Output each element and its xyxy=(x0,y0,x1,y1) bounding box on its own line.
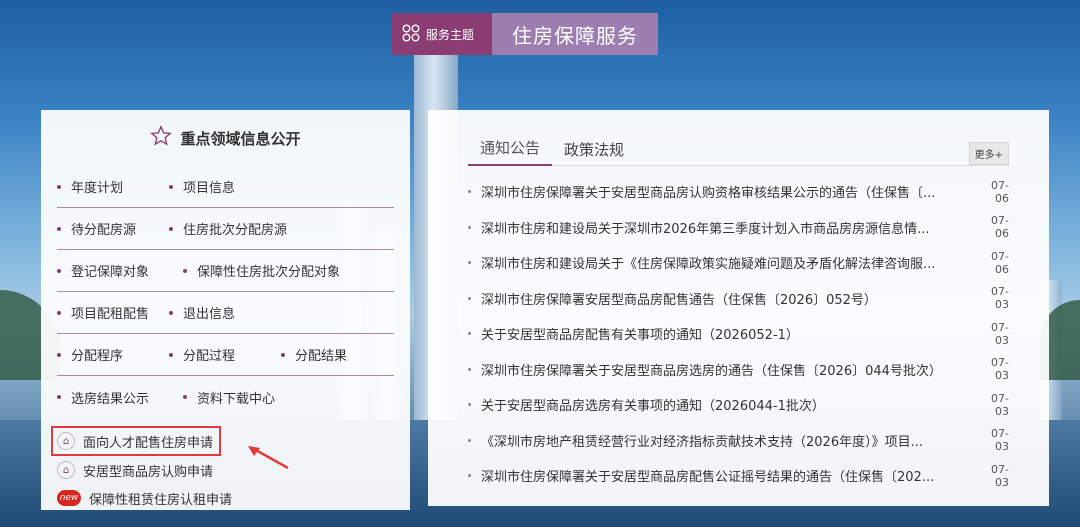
news-date: 07-06 xyxy=(991,214,1009,241)
link-row: 分配程序 分配过程 分配结果 xyxy=(57,334,394,376)
link-download-center[interactable]: 资料下载中心 xyxy=(183,388,275,407)
bullet-icon xyxy=(468,438,471,442)
new-badge-icon: new xyxy=(57,490,81,506)
key-areas-header: 重点领域信息公开 xyxy=(57,110,394,166)
bullet-icon xyxy=(468,261,471,265)
application-icon: ⌂ xyxy=(57,432,75,450)
link-row: 登记保障对象 保障性住房批次分配对象 xyxy=(57,250,394,292)
bullet-icon xyxy=(468,225,471,229)
link-allocation-process[interactable]: 分配过程 xyxy=(169,345,281,364)
bullet-icon xyxy=(468,332,471,336)
news-item[interactable]: 《深圳市房地产租赁经营行业对经济指标贡献技术支持（2026年度）》项目... 07… xyxy=(468,423,1009,459)
news-item[interactable]: 关于安居型商品房配售有关事项的通知（2026052-1） 07-03 xyxy=(468,316,1009,352)
news-item[interactable]: 关于安居型商品房选房有关事项的通知（2026044-1批次） 07-03 xyxy=(468,387,1009,423)
bullet-icon xyxy=(468,403,471,407)
bullet-icon xyxy=(468,296,471,300)
link-row: 年度计划 项目信息 xyxy=(57,166,394,208)
announcements-panel: 通知公告 政策法规 更多+ 深圳市住房保障署关于安居型商品房认购资格审核结果公示… xyxy=(428,110,1049,506)
bullet-icon xyxy=(57,352,61,357)
news-item[interactable]: 深圳市住房保障署安居型商品房配售通告（住保售〔2026〕052号） 07-03 xyxy=(468,281,1009,317)
news-date: 07-03 xyxy=(991,462,1009,489)
page-title: 住房保障服务 xyxy=(492,13,658,55)
rental-housing-application-link[interactable]: new 保障性租赁住房认租申请 xyxy=(57,484,232,512)
tab-policies[interactable]: 政策法规 xyxy=(552,139,636,166)
bullet-icon xyxy=(57,184,61,189)
news-title[interactable]: 深圳市住房保障署关于安居型商品房认购资格审核结果公示的通告（住保售〔... xyxy=(481,182,979,201)
news-title[interactable]: 深圳市住房保障署关于安居型商品房选房的通告（住保售〔2026〕044号批次） xyxy=(481,360,979,379)
news-title[interactable]: 深圳市住房和建设局关于《住房保障政策实施疑难问题及矛盾化解法律咨询服... xyxy=(481,253,979,272)
news-date: 07-03 xyxy=(991,320,1009,347)
service-theme-tag[interactable]: 服务主题 xyxy=(392,13,492,55)
talent-housing-application-link[interactable]: ⌂ 面向人才配售住房申请 xyxy=(51,426,222,456)
tab-notices[interactable]: 通知公告 xyxy=(468,137,553,166)
news-title[interactable]: 关于安居型商品房配售有关事项的通知（2026052-1） xyxy=(481,324,979,343)
bullet-icon xyxy=(169,184,173,189)
tab-bar: 通知公告 政策法规 更多+ xyxy=(468,110,1009,166)
link-allocation-result[interactable]: 分配结果 xyxy=(281,345,347,364)
news-item[interactable]: 深圳市住房保障署关于安居型商品房选房的通告（住保售〔2026〕044号批次） 07… xyxy=(468,352,1009,388)
news-item[interactable]: 深圳市住房和建设局关于《住房保障政策实施疑难问题及矛盾化解法律咨询服... 07-… xyxy=(468,245,1009,281)
news-title[interactable]: 关于安居型商品房选房有关事项的通知（2026044-1批次） xyxy=(481,395,979,414)
news-title[interactable]: 深圳市住房保障署安居型商品房配售通告（住保售〔2026〕052号） xyxy=(481,289,979,308)
bullet-icon xyxy=(57,310,61,315)
link-annual-plan[interactable]: 年度计划 xyxy=(57,177,169,196)
bullet-icon xyxy=(169,226,173,231)
key-areas-title: 重点领域信息公开 xyxy=(180,129,301,148)
news-item[interactable]: 深圳市住房和建设局关于深圳市2026年第三季度计划入市商品房房源信息情... 07… xyxy=(468,210,1009,246)
link-pending-housing[interactable]: 待分配房源 xyxy=(57,219,169,238)
service-theme-label: 服务主题 xyxy=(426,27,475,42)
link-project-info[interactable]: 项目信息 xyxy=(169,177,235,196)
news-title[interactable]: 深圳市住房保障署关于安居型商品房配售公证摇号结果的通告（住保售〔202... xyxy=(481,466,979,485)
key-areas-panel: 重点领域信息公开 年度计划 项目信息 待分配房源 住房批次分配房源 登记保障对象… xyxy=(41,110,410,510)
link-selection-results[interactable]: 选房结果公示 xyxy=(57,388,183,407)
link-exit-info[interactable]: 退出信息 xyxy=(169,303,235,322)
red-arrow-annotation xyxy=(248,446,289,470)
link-allocation-procedure[interactable]: 分配程序 xyxy=(57,345,169,364)
news-date: 07-03 xyxy=(991,391,1009,418)
news-date: 07-06 xyxy=(991,178,1009,205)
bullet-icon xyxy=(468,474,471,478)
news-item[interactable]: 深圳市住房保障署关于安居型商品房认购资格审核结果公示的通告（住保售〔... 07-… xyxy=(468,174,1009,210)
page-banner: 服务主题 住房保障服务 xyxy=(392,13,658,55)
bullet-icon xyxy=(57,395,61,399)
link-row: 待分配房源 住房批次分配房源 xyxy=(57,208,394,250)
news-title[interactable]: 《深圳市房地产租赁经营行业对经济指标贡献技术支持（2026年度）》项目... xyxy=(481,431,979,450)
news-date: 07-06 xyxy=(991,249,1009,276)
bullet-icon xyxy=(468,190,471,194)
more-button[interactable]: 更多+ xyxy=(968,142,1009,165)
bullet-icon xyxy=(468,367,471,371)
news-list: 深圳市住房保障署关于安居型商品房认购资格审核结果公示的通告（住保售〔... 07-… xyxy=(468,174,1009,494)
application-links: ⌂ 面向人才配售住房申请 ⌂ 安居型商品房认购申请 new 保障性租赁住房认租申… xyxy=(51,426,394,512)
news-title[interactable]: 深圳市住房和建设局关于深圳市2026年第三季度计划入市商品房房源信息情... xyxy=(481,218,979,237)
application-icon: ⌂ xyxy=(57,461,75,479)
star-icon xyxy=(150,125,173,151)
bullet-icon xyxy=(281,352,285,357)
link-row: 选房结果公示 资料下载中心 xyxy=(57,376,394,418)
news-date: 07-03 xyxy=(991,285,1009,312)
news-item[interactable]: 深圳市住房保障署关于安居型商品房配售公证摇号结果的通告（住保售〔202... 07… xyxy=(468,458,1009,494)
link-registered-recipients[interactable]: 登记保障对象 xyxy=(57,261,183,280)
affordable-housing-purchase-link[interactable]: ⌂ 安居型商品房认购申请 xyxy=(57,456,213,484)
link-batch-recipients[interactable]: 保障性住房批次分配对象 xyxy=(183,261,340,280)
bullet-icon xyxy=(183,268,187,273)
bullet-icon xyxy=(57,268,61,273)
news-date: 07-03 xyxy=(991,427,1009,454)
bullet-icon xyxy=(169,352,173,357)
bullet-icon xyxy=(169,310,173,315)
bullet-icon xyxy=(57,226,61,231)
link-batch-housing[interactable]: 住房批次分配房源 xyxy=(169,219,287,238)
bullet-icon xyxy=(183,395,187,399)
news-date: 07-03 xyxy=(991,356,1009,383)
grid-icon xyxy=(402,24,420,45)
link-row: 项目配租配售 退出信息 xyxy=(57,292,394,334)
link-project-allocation[interactable]: 项目配租配售 xyxy=(57,303,169,322)
